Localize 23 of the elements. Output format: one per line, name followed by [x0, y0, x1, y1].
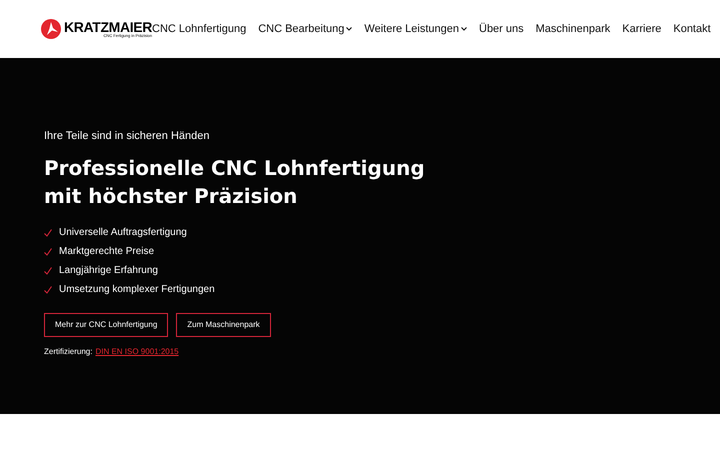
outline-button[interactable]: Zum Maschinenpark	[176, 312, 271, 336]
nav-link[interactable]: Weitere Leistungen	[364, 20, 467, 38]
feature-text: Universelle Auftragsfertigung	[59, 226, 187, 240]
nav-link[interactable]: CNC Bearbeitung	[258, 20, 352, 38]
check-icon	[44, 248, 52, 256]
feature-text: Marktgerechte Preise	[59, 244, 154, 258]
outline-button[interactable]: Mehr zur CNC Lohnfertigung	[44, 312, 168, 336]
feature-text: Langjährige Erfahrung	[59, 264, 158, 278]
feature-text: Umsetzung komplexer Fertigungen	[59, 282, 215, 296]
check-icon	[44, 286, 52, 294]
check-icon	[44, 266, 52, 274]
check-icon	[44, 228, 52, 236]
nav-link[interactable]: Karriere	[622, 20, 662, 38]
certification-label: Zertifizierung:	[44, 346, 92, 358]
certification-link[interactable]: DIN EN ISO 9001:2015	[95, 346, 179, 358]
hero-title: Professionelle CNC Lohnfertigung mit höchster Präzision	[44, 154, 426, 210]
nav-link[interactable]: Kontakt	[673, 20, 711, 38]
logo-wordmark: KRATZMAIER	[64, 20, 152, 34]
nav-link[interactable]: Maschinenpark	[536, 20, 610, 38]
hero-eyebrow: Ihre Teile sind in sicheren Händen	[44, 129, 211, 144]
logo-icon	[41, 19, 61, 39]
nav-link[interactable]: Über uns	[479, 20, 524, 38]
nav-link[interactable]: CNC Lohnfertigung	[152, 20, 246, 38]
